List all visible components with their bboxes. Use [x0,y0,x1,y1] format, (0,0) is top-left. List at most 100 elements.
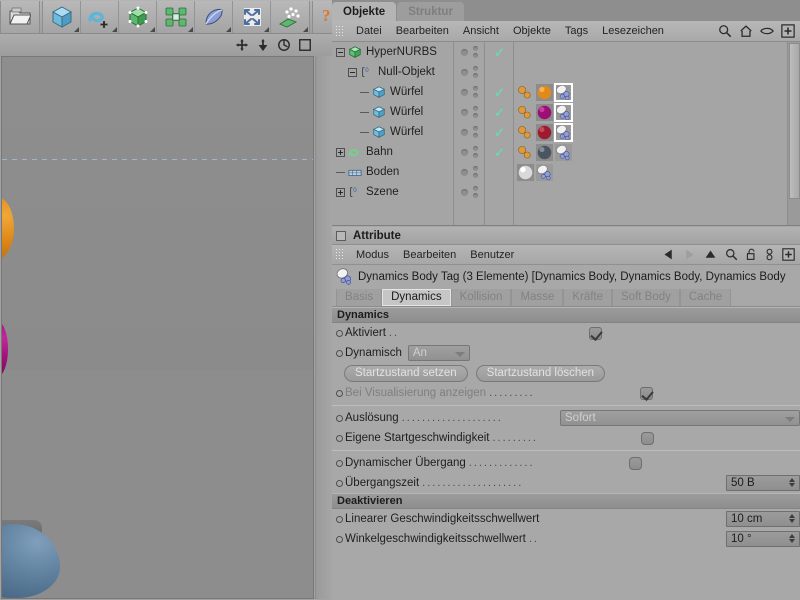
menu-datei[interactable]: Datei [349,21,389,41]
search-icon[interactable] [725,248,738,261]
render-dot-editor[interactable] [473,106,478,111]
parameter-bullet[interactable] [336,535,343,543]
visibility-dot[interactable] [461,148,468,156]
menu-objekte[interactable]: Objekte [506,21,558,41]
blue-sphere-object[interactable] [2,524,60,598]
tag-material-orange[interactable] [536,83,553,101]
visibility-dots[interactable] [455,142,484,162]
back-arrow-icon[interactable] [662,248,675,261]
parameter-bullet[interactable] [336,349,343,357]
render-dot-editor[interactable] [473,46,478,51]
tab-kollision[interactable]: Kollision [450,288,512,306]
hypernurbs-button[interactable] [119,0,157,33]
tab-objekte[interactable]: Objekte [332,2,397,21]
list-item[interactable]: Bahn [332,142,453,162]
visibility-dot[interactable] [461,108,468,116]
render-dot-pair[interactable] [473,46,478,58]
tag-dynamics-body-tag[interactable] [536,163,553,181]
cube-primitive-button[interactable] [43,0,81,33]
dropdown-auslösung[interactable]: Sofort [560,410,800,426]
panel-grip-handle[interactable] [335,248,344,261]
render-dot-editor[interactable] [473,166,478,171]
tag-material-magenta[interactable] [536,103,553,121]
enable-check-cell[interactable] [486,182,513,202]
tree-expander-hypernurbs[interactable] [336,47,345,57]
menu-lesezeichen[interactable]: Lesezeichen [595,21,671,41]
render-dot-editor[interactable] [473,186,478,191]
visibility-dot[interactable] [461,88,468,96]
tree-expander-szene[interactable] [336,187,345,197]
parameter-bullet[interactable] [336,329,343,337]
dropdown-dynamisch[interactable]: An [407,345,470,361]
toggle-eigene-startgeschwindigkeit[interactable] [641,431,655,445]
checkbox-bei-visualisierung-anzeigen[interactable] [639,386,653,400]
menu-tags[interactable]: Tags [558,21,595,41]
visibility-dots[interactable] [455,102,484,122]
render-dot-render[interactable] [473,173,478,178]
enable-check-cell[interactable]: ✓ [486,122,513,142]
tag-dynamics-body-tag[interactable] [554,122,573,142]
tree-expander-null-objekt[interactable] [348,67,357,77]
tag-material-dark[interactable] [536,143,553,161]
list-item[interactable]: 0 Szene [332,182,453,202]
list-item[interactable]: Würfel [332,82,453,102]
search-icon[interactable] [718,24,732,38]
parameter-bullet[interactable] [336,389,343,397]
tag-material-red[interactable] [536,123,553,141]
toggle-dynamischer-übergang[interactable] [629,456,643,470]
menu-bearbeiten[interactable]: Bearbeiten [389,21,456,41]
tag-dynamics-body-tag[interactable] [555,143,572,161]
spinner-down-arrow[interactable] [789,519,795,523]
tag-dynamics-body-tag[interactable] [554,102,573,122]
menu-ansicht[interactable]: Ansicht [456,21,506,41]
tab-soft-body[interactable]: Soft Body [612,288,680,306]
spinner-down-arrow[interactable] [789,539,795,543]
panel-layout-icon[interactable] [298,38,312,52]
light-button[interactable] [233,0,271,33]
list-item[interactable]: Würfel [332,122,453,142]
rotate-view-icon[interactable] [277,38,291,52]
enable-check-cell[interactable] [486,62,513,82]
render-dot-render[interactable] [473,93,478,98]
tab-kräfte[interactable]: Kräfte [563,288,612,306]
tab-masse[interactable]: Masse [511,288,564,306]
render-dot-render[interactable] [473,193,478,198]
up-arrow-icon[interactable] [704,248,717,261]
render-dot-editor[interactable] [473,146,478,151]
enable-check-cell[interactable]: ✓ [486,102,513,122]
render-dot-pair[interactable] [473,146,478,158]
render-dot-editor[interactable] [473,126,478,131]
number-field-linearer-geschwindigkeitsschwellwert[interactable]: 10 cm [726,511,800,527]
panel-collapse-box[interactable] [336,230,346,241]
scrollbar-thumb[interactable] [789,43,800,199]
render-dot-pair[interactable] [473,186,478,198]
render-dot-pair[interactable] [473,106,478,118]
unlock-icon[interactable] [746,248,757,261]
tree-expander-bahn[interactable] [336,147,345,157]
visibility-dot[interactable] [461,188,468,196]
spline-button[interactable] [81,0,119,33]
render-dot-pair[interactable] [473,66,478,78]
array-button[interactable] [157,0,195,33]
visibility-dots[interactable] [455,122,484,142]
deformer-button[interactable] [195,0,233,33]
parameter-bullet[interactable] [336,479,343,487]
menu-modus[interactable]: Modus [349,245,396,265]
tag-material-orange-small[interactable] [517,144,534,161]
forward-arrow-icon[interactable] [683,248,696,261]
render-dot-editor[interactable] [473,86,478,91]
plus-box-icon[interactable] [782,248,795,261]
visibility-dots[interactable] [455,162,484,182]
plus-box-icon[interactable] [781,24,795,38]
scale-view-icon[interactable] [256,38,270,52]
visibility-dot[interactable] [461,128,468,136]
tab-cache[interactable]: Cache [679,288,732,306]
visibility-dot[interactable] [461,68,468,76]
tab-dynamics[interactable]: Dynamics [382,288,451,306]
parameter-bullet[interactable] [336,434,343,442]
parameter-bullet[interactable] [336,459,343,467]
list-item[interactable]: Boden [332,162,453,182]
spinner-up-arrow[interactable] [789,534,795,538]
move-view-icon[interactable] [235,38,249,52]
number-field-übergangszeit[interactable]: 50 B [726,475,800,491]
